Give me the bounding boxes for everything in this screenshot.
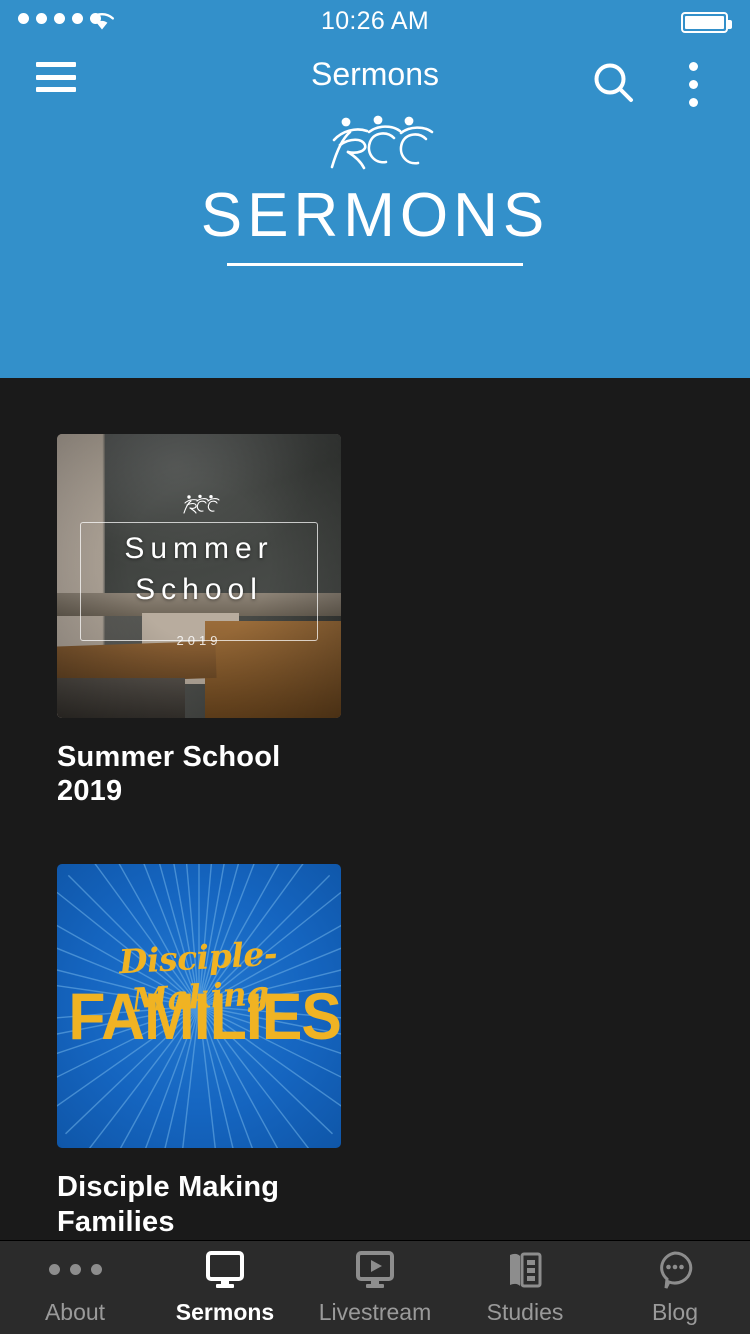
open-book-icon	[507, 1250, 543, 1290]
monitor-play-icon	[355, 1250, 395, 1290]
series-thumbnail[interactable]: Summer School 2019	[57, 434, 341, 718]
artwork-display: FAMILIES	[68, 979, 341, 1054]
tab-label: Blog	[651, 1298, 699, 1325]
series-title: Disciple Making Families	[57, 1171, 280, 1238]
rcc-logo-small	[183, 494, 220, 514]
status-time: 10:26 AM	[320, 7, 430, 35]
status-bar: 10:26 AM	[0, 0, 750, 40]
three-dots-icon	[48, 1250, 102, 1290]
tab-sermons[interactable]: Sermons	[150, 1241, 300, 1334]
bottom-tab-bar: About Sermons Livestream Studies Blog	[0, 1240, 750, 1334]
artwork-year: 2019	[176, 632, 222, 648]
app-screen: 10:26 AM Sermons SERMONS Summer School 2…	[0, 0, 750, 1334]
tab-label: Studies	[486, 1298, 564, 1325]
more-vertical-icon[interactable]	[676, 58, 710, 110]
monitor-icon	[205, 1250, 245, 1290]
series-card-disciple-making-families[interactable]: Disciple-Making FAMILIES Disciple Making…	[57, 864, 341, 1238]
search-icon[interactable]	[588, 58, 640, 110]
hero-brand: SERMONS	[0, 112, 750, 266]
rcc-logo	[330, 115, 434, 170]
hero-underline	[227, 263, 523, 266]
artwork-title: Summer School	[124, 531, 274, 607]
battery-icon	[681, 12, 732, 33]
series-thumbnail[interactable]: Disciple-Making FAMILIES	[57, 864, 341, 1149]
tab-label: About	[44, 1298, 106, 1325]
tab-label: Livestream	[318, 1298, 432, 1325]
series-title: Summer School 2019	[57, 741, 281, 808]
nav-bar: Sermons	[0, 40, 750, 118]
series-card-summer-school[interactable]: Summer School 2019 Summer School 2019	[57, 434, 341, 808]
tab-blog[interactable]: Blog	[600, 1241, 750, 1334]
tab-studies[interactable]: Studies	[450, 1241, 600, 1334]
tab-livestream[interactable]: Livestream	[300, 1241, 450, 1334]
speech-bubble-icon	[655, 1250, 695, 1290]
tab-about[interactable]: About	[0, 1241, 150, 1334]
hero-title: SERMONS	[200, 181, 550, 250]
sermon-series-list[interactable]: Summer School 2019 Summer School 2019 Di…	[0, 378, 750, 1334]
tab-label: Sermons	[175, 1298, 275, 1325]
app-header: 10:26 AM Sermons SERMONS	[0, 0, 750, 378]
